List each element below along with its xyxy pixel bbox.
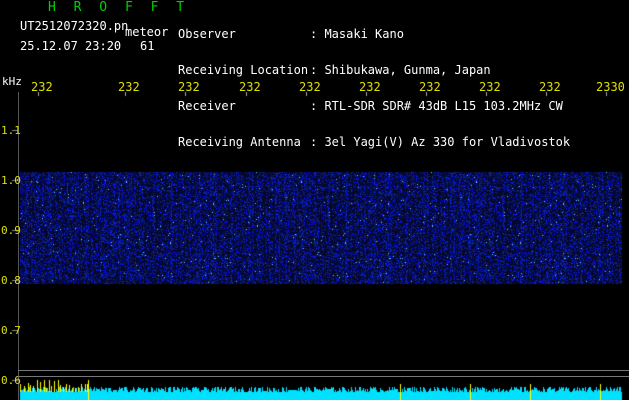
time-tick: 232 xyxy=(239,80,261,94)
frequency-tick-label: 1.0 xyxy=(1,174,21,187)
frequency-tick-label: 0.7 xyxy=(1,324,21,337)
frequency-tick-label: 0.9 xyxy=(1,224,21,237)
meteor-count: 61 xyxy=(140,39,155,53)
frequency-unit: kHz xyxy=(2,75,22,88)
noise-floor-line xyxy=(18,370,629,371)
time-tick: 232 xyxy=(118,80,140,94)
date-time: 25.12.07 23:20 xyxy=(20,39,122,53)
observer-value: : Masaki Kano xyxy=(310,27,404,41)
location-value: : Shibukawa, Gunma, Japan xyxy=(310,63,491,77)
frequency-tick-label: 1.1 xyxy=(1,124,21,137)
meteor-label: meteor xyxy=(125,25,169,39)
time-tick: 232 xyxy=(479,80,501,94)
time-tick: 232 xyxy=(359,80,381,94)
file-name: UT2512072320.pn xyxy=(20,19,129,33)
antenna-label: Receiving Antenna xyxy=(178,135,301,149)
receiver-value: : RTL-SDR SDR# 43dB L15 103.2MHz CW xyxy=(310,99,563,113)
time-tick: 232 xyxy=(539,80,561,94)
location-label: Receiving Location xyxy=(178,63,309,77)
time-tick: 232 xyxy=(31,80,53,94)
app-title: H R O F F T xyxy=(48,0,190,15)
antenna-value: : 3el Yagi(V) Az 330 for Vladivostok xyxy=(310,135,571,149)
time-tick: 232 xyxy=(299,80,321,94)
observer-label: Observer xyxy=(178,27,236,41)
time-tick: 232 xyxy=(419,80,441,94)
receiver-label: Receiver xyxy=(178,99,236,113)
time-tick: 2330 xyxy=(596,80,625,94)
frequency-tick-label: 0.8 xyxy=(1,274,21,287)
plot-left-border xyxy=(18,92,19,400)
noise-floor-line xyxy=(18,376,629,377)
time-tick: 232 xyxy=(178,80,200,94)
